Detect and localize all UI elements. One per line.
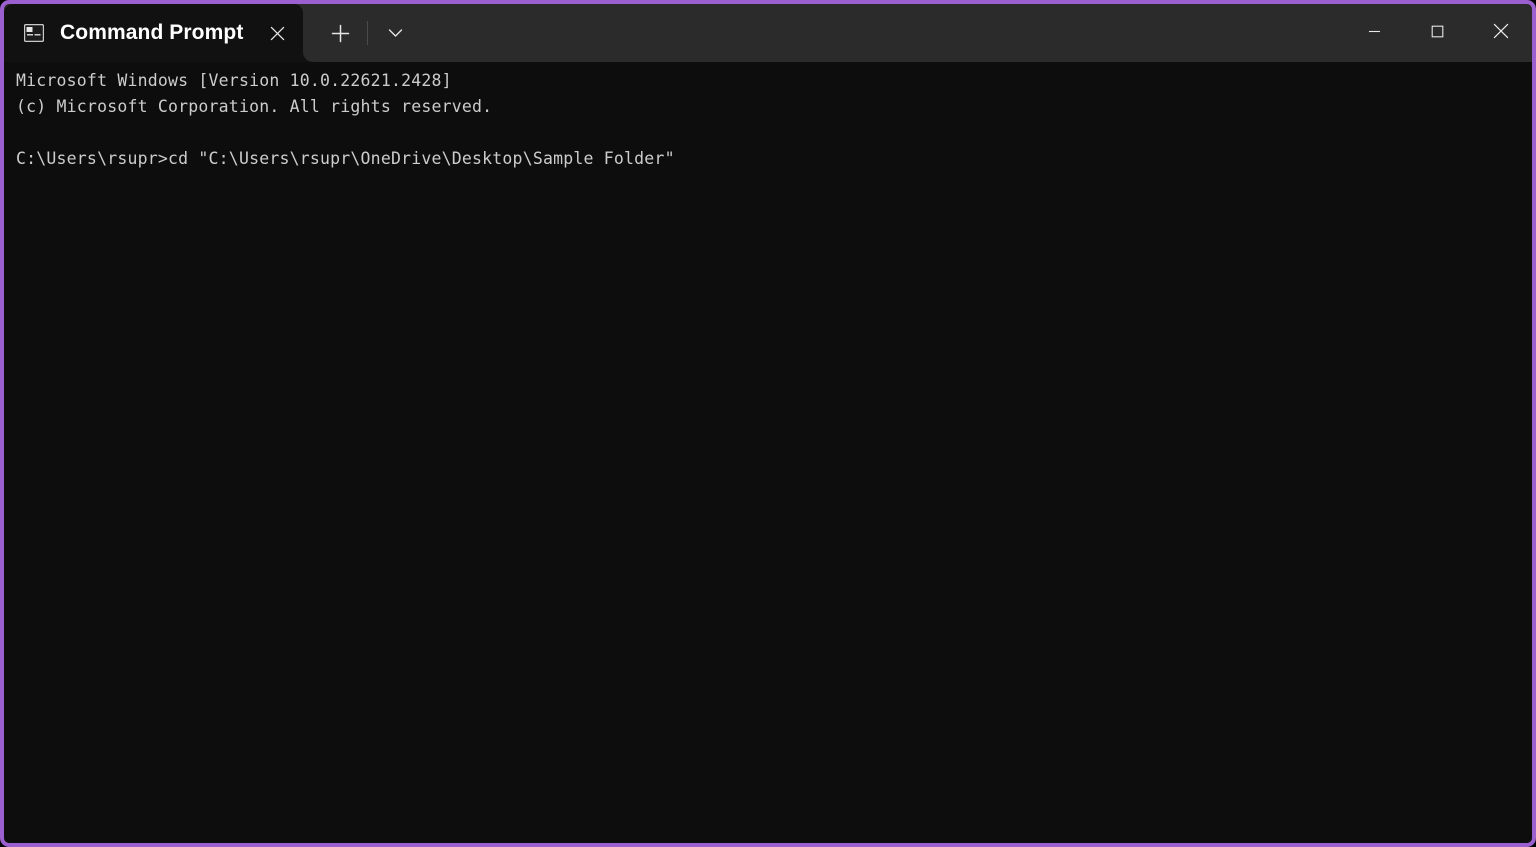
console-line-command: C:\Users\rsupr>cd "C:\Users\rsupr\OneDri… xyxy=(16,146,1532,172)
console-output: Microsoft Windows [Version 10.0.22621.24… xyxy=(16,68,1532,172)
caption-buttons xyxy=(1343,4,1532,62)
terminal-body[interactable]: Microsoft Windows [Version 10.0.22621.24… xyxy=(4,62,1532,843)
tab-close-button[interactable] xyxy=(257,13,297,53)
chevron-down-icon[interactable] xyxy=(376,14,414,52)
console-line-blank xyxy=(16,120,1532,146)
tab-actions xyxy=(303,4,414,62)
tab-corner-notch xyxy=(303,52,313,62)
console-line: (c) Microsoft Corporation. All rights re… xyxy=(16,94,1532,120)
new-tab-button[interactable] xyxy=(321,14,359,52)
tab-command-prompt[interactable]: Command Prompt xyxy=(4,4,303,62)
tab-title: Command Prompt xyxy=(60,21,243,45)
tab-strip: Command Prompt xyxy=(4,4,303,62)
toolbar-separator xyxy=(367,21,368,45)
minimize-button[interactable] xyxy=(1343,4,1406,58)
console-line: Microsoft Windows [Version 10.0.22621.24… xyxy=(16,68,1532,94)
maximize-button[interactable] xyxy=(1406,4,1469,58)
command-prompt-icon xyxy=(24,24,44,42)
title-bar: Command Prompt xyxy=(4,4,1532,62)
close-button[interactable] xyxy=(1469,4,1532,58)
window-drag-region[interactable] xyxy=(414,4,1343,62)
terminal-window: Command Prompt xyxy=(0,0,1536,847)
